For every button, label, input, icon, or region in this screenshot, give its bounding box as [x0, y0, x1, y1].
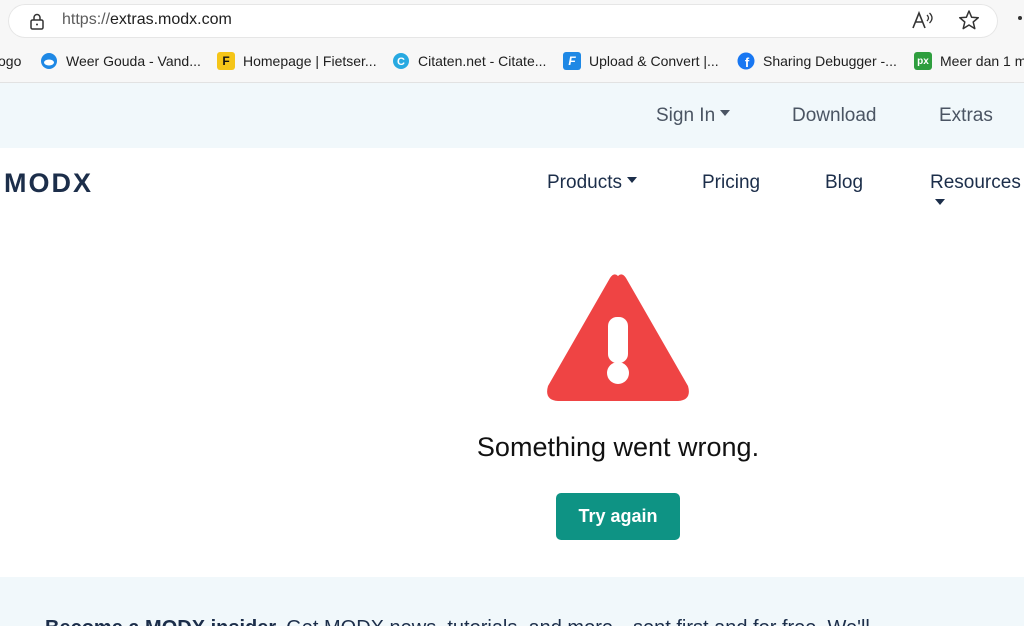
bookmark-item[interactable]: Weer Gouda - Vand...: [40, 50, 201, 72]
browser-chrome: https://extras.modx.com ogo Weer Gouda -…: [0, 0, 1024, 83]
pricing-link[interactable]: Pricing: [702, 172, 760, 194]
f-icon: F: [217, 52, 235, 70]
weather-icon: [40, 52, 58, 70]
c-icon: C: [392, 52, 410, 70]
bookmark-label: Homepage | Fietser...: [243, 53, 377, 69]
bookmark-label: Meer dan 1 m: [940, 53, 1024, 69]
bookmark-label: Citaten.net - Citate...: [418, 53, 547, 69]
newsletter-heading: Become a MODX insider.: [45, 617, 281, 626]
newsletter-band: Become a MODX insider. Get MODX news, tu…: [0, 577, 1024, 626]
facebook-icon: f: [737, 52, 755, 70]
px-icon: px: [914, 52, 932, 70]
bookmark-item[interactable]: ogo: [0, 50, 21, 72]
extras-link[interactable]: Extras: [939, 105, 993, 127]
products-dropdown[interactable]: Products: [547, 172, 637, 194]
main-nav: MODX Products Pricing Blog Resources: [0, 148, 1024, 220]
menu-dot-icon[interactable]: [1018, 16, 1022, 20]
resources-dropdown[interactable]: Resources: [930, 172, 1024, 216]
bookmarks-bar: ogo Weer Gouda - Vand... F Homepage | Fi…: [0, 44, 1024, 78]
caret-down-icon: [626, 176, 637, 183]
read-aloud-icon[interactable]: [911, 10, 935, 32]
modx-logo[interactable]: MODX: [4, 168, 93, 199]
error-message: Something went wrong.: [0, 432, 1024, 463]
newsletter-text: Become a MODX insider. Get MODX news, tu…: [45, 617, 870, 626]
bookmark-item[interactable]: F Homepage | Fietser...: [217, 50, 377, 72]
bookmark-item[interactable]: F Upload & Convert |...: [563, 50, 719, 72]
error-message-text: Something went wrong.: [476, 432, 760, 462]
bookmark-label: Weer Gouda - Vand...: [66, 53, 201, 69]
bookmark-item[interactable]: f Sharing Debugger -...: [737, 50, 897, 72]
lock-icon[interactable]: [28, 12, 46, 30]
download-link[interactable]: Download: [792, 105, 877, 127]
url-text[interactable]: https://extras.modx.com: [62, 11, 232, 29]
bookmark-label: Upload & Convert |...: [589, 53, 719, 69]
try-again-button[interactable]: Try again: [556, 493, 680, 540]
utility-bar: Sign In Download Extras: [0, 83, 1024, 148]
caret-down-icon: [935, 198, 945, 205]
favorite-star-icon[interactable]: [958, 9, 980, 31]
svg-text:C: C: [397, 56, 405, 68]
blog-link[interactable]: Blog: [825, 172, 863, 194]
address-bar[interactable]: https://extras.modx.com: [8, 4, 998, 38]
resources-label: Resources: [930, 172, 1021, 193]
newsletter-body: Get MODX news, tutorials, and more—sent …: [281, 617, 870, 626]
bookmark-label: ogo: [0, 53, 22, 69]
svg-text:f: f: [745, 55, 750, 70]
f-convert-icon: F: [563, 52, 581, 70]
products-label: Products: [547, 172, 622, 193]
sign-in-dropdown[interactable]: Sign In: [656, 105, 731, 127]
bookmark-item[interactable]: px Meer dan 1 m: [914, 50, 1024, 72]
sign-in-label: Sign In: [656, 105, 716, 126]
warning-icon: [547, 274, 689, 401]
caret-down-icon: [720, 109, 731, 116]
bookmark-label: Sharing Debugger -...: [763, 53, 897, 69]
bookmark-item[interactable]: C Citaten.net - Citate...: [392, 50, 546, 72]
